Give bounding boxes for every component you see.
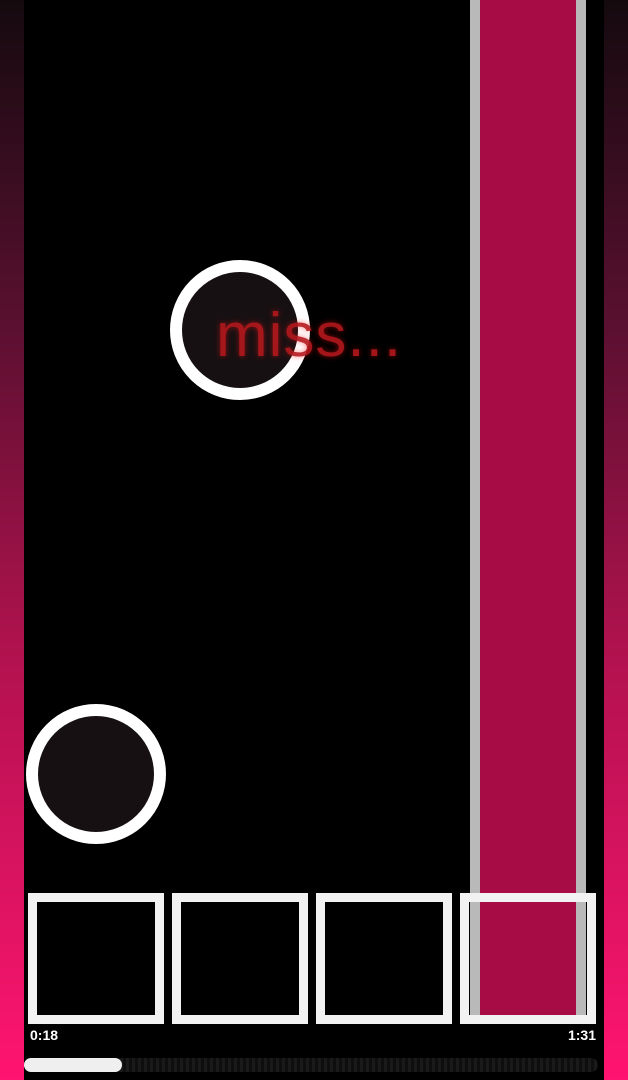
lane-receptor-3[interactable] xyxy=(316,893,452,1024)
song-progress-bar[interactable] xyxy=(24,1058,598,1072)
time-total: 1:31 xyxy=(567,1027,596,1043)
lane-receptor-2[interactable] xyxy=(172,893,308,1024)
song-progress-fill xyxy=(24,1058,122,1072)
left-gradient-border xyxy=(0,0,24,1080)
hold-note-edge-left xyxy=(470,0,480,1015)
lane-receptor-1[interactable] xyxy=(28,893,164,1024)
hold-note-edge-right xyxy=(576,0,586,1015)
lane-receptor-4[interactable] xyxy=(460,893,596,1024)
hold-note-body xyxy=(470,0,586,1015)
judgement-text: miss... xyxy=(216,301,403,370)
tap-note xyxy=(26,704,166,844)
right-gradient-border xyxy=(604,0,628,1080)
time-elapsed: 0:18 xyxy=(30,1027,59,1043)
